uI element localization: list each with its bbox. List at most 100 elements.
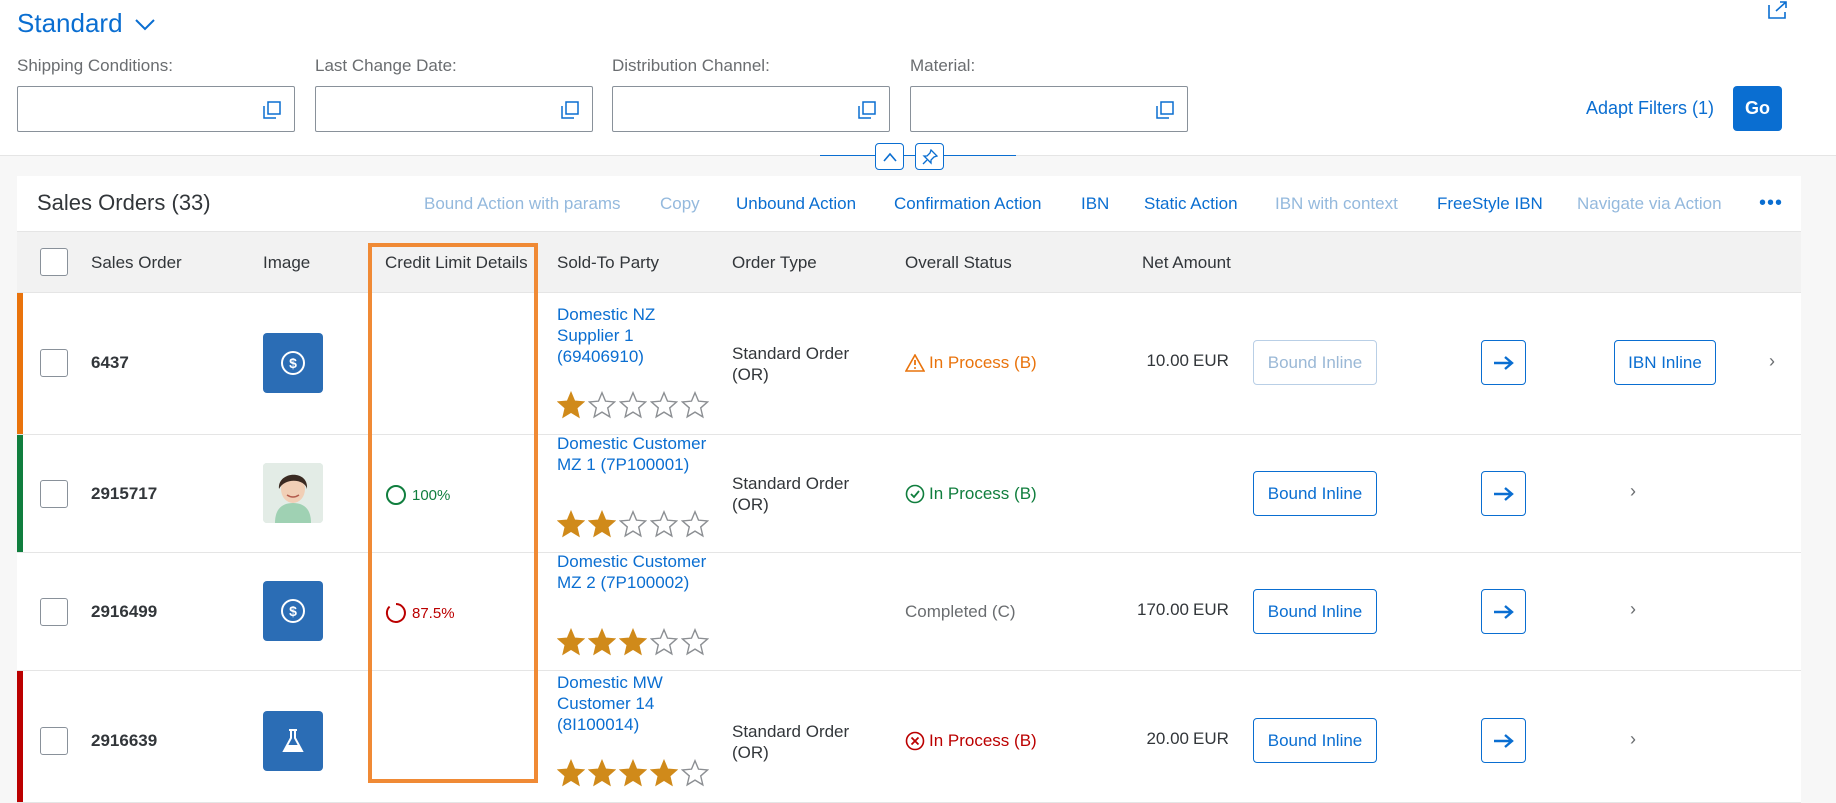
column-header-net-amount[interactable]: Net Amount bbox=[1142, 253, 1231, 273]
bound-inline-button[interactable]: Bound Inline bbox=[1253, 718, 1377, 763]
table-row[interactable]: 6437 $ Domestic NZ Supplier 1 (69406910)… bbox=[17, 293, 1801, 435]
column-header-overall-status[interactable]: Overall Status bbox=[905, 253, 1012, 273]
check-circle-icon bbox=[905, 484, 925, 504]
freestyle-ibn-button[interactable]: FreeStyle IBN bbox=[1437, 194, 1543, 214]
column-header-credit-limit-details[interactable]: Credit Limit Details bbox=[385, 253, 528, 273]
ibn-inline-button[interactable]: IBN Inline bbox=[1614, 340, 1716, 385]
copy-button[interactable]: Copy bbox=[660, 194, 700, 214]
navigate-arrow-button[interactable] bbox=[1481, 589, 1526, 634]
row-checkbox[interactable] bbox=[40, 349, 68, 377]
star-empty-icon bbox=[681, 759, 709, 787]
material-input[interactable] bbox=[910, 86, 1188, 132]
column-header-sold-to-party[interactable]: Sold-To Party bbox=[557, 253, 659, 273]
net-amount: 20.00 bbox=[1146, 729, 1189, 748]
sold-to-line: Domestic Customer bbox=[557, 434, 707, 453]
value-help-icon[interactable] bbox=[857, 100, 877, 120]
order-type-line: Standard Order bbox=[732, 474, 850, 493]
adapt-filters-button[interactable]: Adapt Filters (1) bbox=[1586, 98, 1714, 119]
row-checkbox[interactable] bbox=[40, 598, 68, 626]
credit-limit-value: 100% bbox=[412, 486, 451, 504]
pin-header-button[interactable] bbox=[915, 143, 944, 170]
collapse-header-button[interactable] bbox=[875, 143, 904, 170]
order-type-line: (OR) bbox=[732, 495, 769, 514]
share-icon[interactable] bbox=[1766, 0, 1790, 20]
sales-order-id: 6437 bbox=[91, 353, 129, 372]
value-help-icon[interactable] bbox=[560, 100, 580, 120]
unbound-action-button[interactable]: Unbound Action bbox=[736, 194, 856, 214]
star-empty-icon bbox=[588, 391, 616, 419]
row-navigation-chevron-icon[interactable]: › bbox=[1769, 351, 1775, 372]
svg-text:$: $ bbox=[289, 603, 297, 619]
warning-icon bbox=[905, 354, 925, 372]
sold-to-line: (8I100014) bbox=[557, 715, 640, 734]
sales-order-id: 2916639 bbox=[91, 731, 158, 750]
net-amount: 170.00 bbox=[1137, 600, 1189, 619]
star-filled-icon bbox=[650, 759, 678, 787]
distribution-channel-input[interactable] bbox=[612, 86, 890, 132]
credit-limit-indicator: 100% bbox=[385, 484, 450, 506]
row-checkbox[interactable] bbox=[40, 727, 68, 755]
shipping-conditions-input[interactable] bbox=[17, 86, 295, 132]
row-navigation-chevron-icon[interactable]: › bbox=[1630, 481, 1636, 502]
sold-to-party-link[interactable]: Domestic Customer MZ 2 (7P100002) bbox=[557, 551, 727, 593]
star-filled-icon bbox=[588, 510, 616, 538]
progress-ring-icon bbox=[386, 485, 406, 505]
sold-to-line: Domestic Customer bbox=[557, 552, 707, 571]
filter-bar: Standard Shipping Conditions: Last Chang… bbox=[0, 0, 1836, 156]
sold-to-party-link[interactable]: Domestic MW Customer 14 (8I100014) bbox=[557, 672, 727, 735]
column-header-sales-order[interactable]: Sales Order bbox=[91, 253, 182, 273]
table-title: Sales Orders (33) bbox=[37, 190, 211, 215]
row-checkbox[interactable] bbox=[40, 480, 68, 508]
sales-order-id: 2916499 bbox=[91, 602, 158, 621]
star-empty-icon bbox=[650, 391, 678, 419]
column-header-order-type[interactable]: Order Type bbox=[732, 253, 817, 273]
sales-orders-table: Sales Orders (33) Bound Action with para… bbox=[17, 176, 1801, 803]
rating-indicator bbox=[557, 759, 709, 787]
net-amount: 10.00 bbox=[1146, 351, 1189, 370]
star-filled-icon bbox=[619, 628, 647, 656]
last-change-date-input[interactable] bbox=[315, 86, 593, 132]
bound-action-with-params-button[interactable]: Bound Action with params bbox=[424, 194, 621, 214]
overflow-menu-button[interactable]: ••• bbox=[1759, 192, 1783, 215]
row-navigation-chevron-icon[interactable]: › bbox=[1630, 729, 1636, 750]
sold-to-party-link[interactable]: Domestic NZ Supplier 1 (69406910) bbox=[557, 304, 727, 367]
star-filled-icon bbox=[557, 759, 585, 787]
bound-inline-button[interactable]: Bound Inline bbox=[1253, 589, 1377, 634]
value-help-icon[interactable] bbox=[262, 100, 282, 120]
credit-limit-value: 87.5% bbox=[412, 604, 455, 622]
row-navigation-chevron-icon[interactable]: › bbox=[1630, 599, 1636, 620]
bound-inline-button[interactable]: Bound Inline bbox=[1253, 340, 1377, 385]
chevron-down-icon bbox=[134, 18, 155, 30]
navigate-via-action-button[interactable]: Navigate via Action bbox=[1577, 194, 1722, 214]
column-header-image[interactable]: Image bbox=[263, 253, 310, 273]
confirmation-action-button[interactable]: Confirmation Action bbox=[894, 194, 1041, 214]
navigate-arrow-button[interactable] bbox=[1481, 471, 1526, 516]
ibn-with-context-button[interactable]: IBN with context bbox=[1275, 194, 1398, 214]
sold-to-line: MZ 1 (7P100001) bbox=[557, 455, 690, 474]
static-action-button[interactable]: Static Action bbox=[1144, 194, 1238, 214]
table-row[interactable]: 2916639 Domestic MW Customer 14 (8I10001… bbox=[17, 671, 1801, 803]
status-text: In Process (B) bbox=[929, 484, 1037, 503]
table-row[interactable]: 2915717 100% Domestic Customer MZ 1 (7P1… bbox=[17, 433, 1801, 553]
avatar bbox=[263, 463, 323, 523]
arrow-right-icon bbox=[1493, 355, 1514, 370]
sold-to-line: Customer 14 bbox=[557, 694, 655, 713]
rating-indicator bbox=[557, 628, 709, 656]
svg-text:$: $ bbox=[289, 355, 297, 371]
select-all-checkbox[interactable] bbox=[40, 248, 68, 276]
go-button[interactable]: Go bbox=[1733, 86, 1782, 131]
value-help-icon[interactable] bbox=[1155, 100, 1175, 120]
ibn-button[interactable]: IBN bbox=[1081, 194, 1109, 214]
sold-to-line: MZ 2 (7P100002) bbox=[557, 573, 690, 592]
row-highlight bbox=[17, 435, 23, 552]
dollar-icon: $ bbox=[263, 333, 323, 393]
order-type-line: Standard Order bbox=[732, 344, 850, 363]
navigate-arrow-button[interactable] bbox=[1481, 718, 1526, 763]
bound-inline-button[interactable]: Bound Inline bbox=[1253, 471, 1377, 516]
variant-selector[interactable]: Standard bbox=[17, 8, 157, 39]
star-empty-icon bbox=[619, 391, 647, 419]
table-row[interactable]: 2916499 $ 87.5% Domestic Customer MZ 2 (… bbox=[17, 551, 1801, 671]
sold-to-party-link[interactable]: Domestic Customer MZ 1 (7P100001) bbox=[557, 433, 727, 475]
star-filled-icon bbox=[557, 391, 585, 419]
navigate-arrow-button[interactable] bbox=[1481, 340, 1526, 385]
